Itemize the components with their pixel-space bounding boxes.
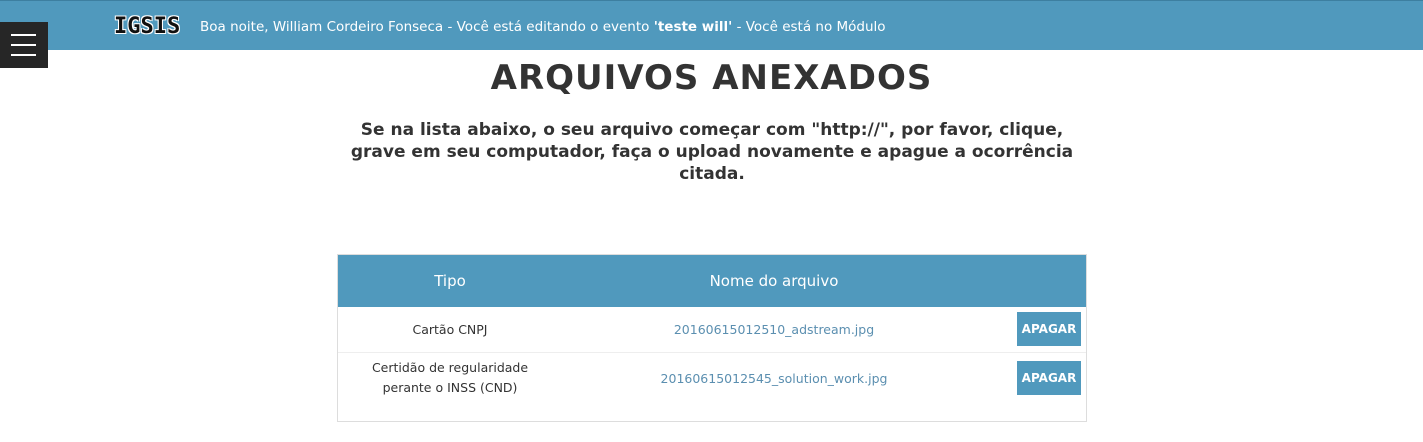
table-row: Certidão de regularidade perante o INSS … bbox=[338, 352, 1086, 404]
greeting-prefix: Boa noite, William Cordeiro Fonseca - Vo… bbox=[200, 19, 654, 35]
column-header-nome-arquivo: Nome do arquivo bbox=[709, 272, 839, 290]
brand-logo[interactable]: IGSIS bbox=[114, 13, 180, 41]
greeting-suffix: - Você está no Módulo bbox=[732, 19, 886, 35]
column-header-tipo: Tipo bbox=[434, 272, 466, 290]
top-bar: IGSIS Boa noite, William Cordeiro Fonsec… bbox=[0, 0, 1423, 50]
delete-button[interactable]: APAGAR bbox=[1017, 312, 1081, 346]
tipo-label: Certidão de regularidade perante o INSS … bbox=[371, 360, 529, 395]
delete-button[interactable]: APAGAR bbox=[1017, 361, 1081, 395]
event-name: 'teste will' bbox=[653, 19, 733, 35]
menu-line bbox=[11, 44, 36, 46]
cell-tipo: Certidão de regularidade perante o INSS … bbox=[338, 352, 562, 404]
tipo-label: Cartão CNPJ bbox=[412, 321, 488, 337]
table-header: Tipo Nome do arquivo bbox=[338, 255, 1086, 307]
table-row: Cartão CNPJ 20160615012510_adstream.jpg … bbox=[338, 307, 1086, 353]
upload-notice: Se na lista abaixo, o seu arquivo começa… bbox=[350, 120, 1074, 184]
attachments-table: Tipo Nome do arquivo Cartão CNPJ 2016061… bbox=[337, 254, 1087, 422]
user-greeting: Boa noite, William Cordeiro Fonseca - Vo… bbox=[200, 17, 886, 37]
cell-tipo: Cartão CNPJ bbox=[338, 307, 562, 352]
hamburger-icon[interactable] bbox=[0, 22, 48, 68]
file-link[interactable]: 20160615012545_solution_work.jpg bbox=[562, 352, 986, 404]
menu-line bbox=[11, 54, 36, 56]
menu-line bbox=[11, 34, 36, 36]
page-title: ARQUIVOS ANEXADOS bbox=[490, 58, 933, 98]
file-link[interactable]: 20160615012510_adstream.jpg bbox=[562, 307, 986, 352]
